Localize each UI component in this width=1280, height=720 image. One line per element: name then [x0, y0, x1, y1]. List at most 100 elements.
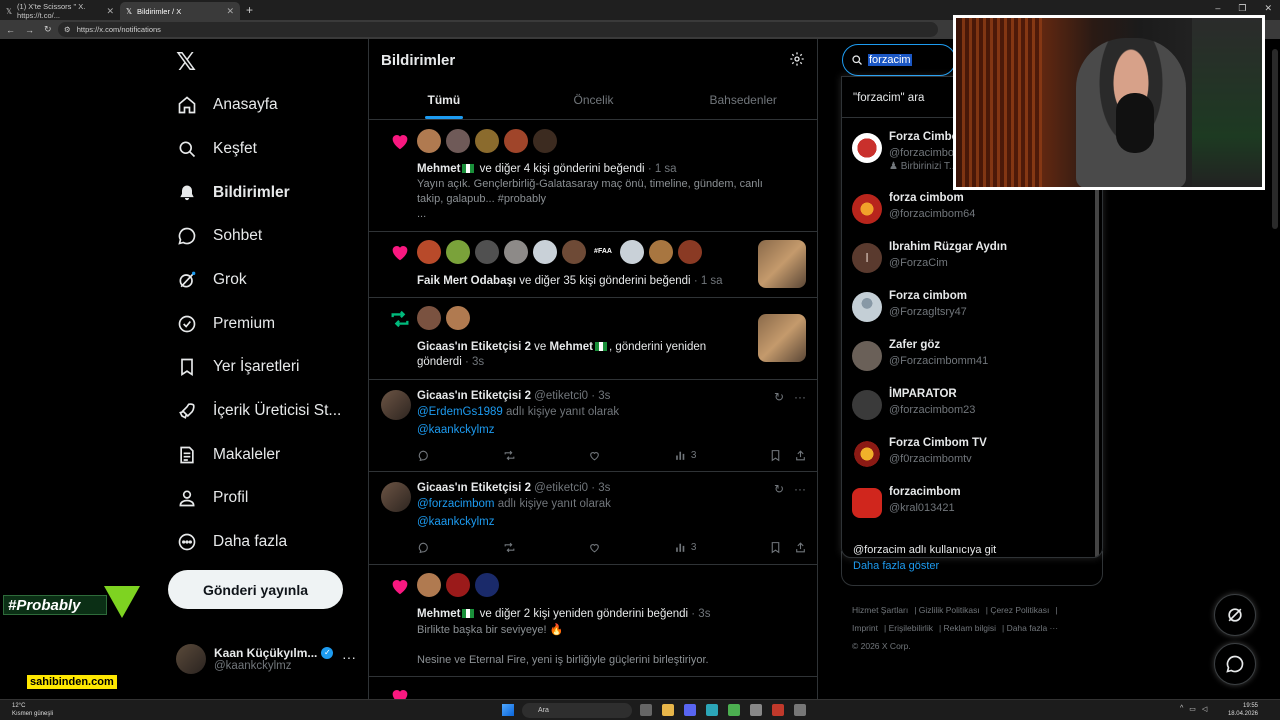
reply-button[interactable] — [417, 449, 430, 462]
restore-icon[interactable]: ❐ — [1238, 3, 1246, 14]
dropdown-scrollbar[interactable] — [1095, 157, 1099, 557]
close-icon[interactable]: ✕ — [106, 6, 114, 17]
post-button[interactable]: Gönderi yayınla — [168, 570, 343, 609]
avatar[interactable] — [620, 240, 644, 264]
weather-widget[interactable]: 12°C Kısmen güneşli — [12, 702, 53, 718]
goto-user-link[interactable]: @forzacim adlı kullanıcıya git — [853, 544, 996, 556]
avatar[interactable] — [475, 240, 499, 264]
browser-tab-2[interactable]: 𝕏 Bildirimler / X ✕ — [120, 2, 240, 20]
notification-item[interactable]: Gicaas'ın Etiketçisi 2 ve Mehmet, gönder… — [369, 298, 818, 380]
avatar[interactable] — [475, 573, 499, 597]
user-suggestion[interactable]: forzacimbom @kral013421 — [852, 482, 1097, 522]
nav-item-bookmarks[interactable]: Yer İşaretleri — [176, 352, 299, 382]
avatar[interactable] — [504, 129, 528, 153]
notification-item[interactable] — [369, 677, 818, 705]
browser-tab-1[interactable]: 𝕏 (1) X'te Scissors " X. https://t.co/...… — [0, 2, 120, 20]
user-suggestion[interactable]: Zafer göz @Forzacimbomm41 — [852, 335, 1097, 375]
app-icon[interactable] — [794, 704, 806, 716]
like-button[interactable] — [588, 541, 601, 554]
user-suggestion[interactable]: forza cimbom @forzacimbom64 — [852, 188, 1097, 228]
grok-explain-icon[interactable]: ↻ — [774, 482, 784, 496]
avatar[interactable] — [417, 306, 441, 330]
more-icon[interactable]: ··· — [794, 482, 806, 496]
reply-button[interactable] — [417, 541, 430, 554]
more-icon[interactable]: ··· — [794, 390, 806, 404]
x-logo-icon[interactable]: 𝕏 — [176, 50, 200, 75]
close-window-icon[interactable]: ✕ — [1264, 3, 1272, 14]
app-icon[interactable] — [772, 704, 784, 716]
chat-button[interactable] — [1214, 643, 1256, 685]
avatar[interactable] — [446, 306, 470, 330]
nav-item-more[interactable]: Daha fazla — [176, 527, 287, 557]
tab-mentions[interactable]: Bahsedenler — [668, 84, 818, 119]
settings-gear-icon[interactable] — [789, 51, 805, 67]
avatar[interactable] — [649, 240, 673, 264]
nav-item-articles[interactable]: Makaleler — [176, 440, 280, 470]
windows-start-icon[interactable] — [502, 704, 514, 716]
show-more-link[interactable]: Daha fazla göster — [853, 560, 939, 572]
avatar[interactable] — [446, 240, 470, 264]
reply-post[interactable]: Gicaas'ın Etiketçisi 2 @etiketci0 · 3s ↻… — [369, 380, 818, 472]
network-icon[interactable]: ▭ — [1189, 705, 1196, 713]
volume-icon[interactable]: ◁ — [1202, 705, 1207, 713]
avatar[interactable] — [475, 129, 499, 153]
notification-item[interactable]: Mehmet ve diğer 4 kişi gönderini beğendi… — [369, 120, 818, 232]
nav-item-notifications[interactable]: Bildirimler — [176, 178, 290, 208]
app-icon[interactable] — [750, 704, 762, 716]
avatar[interactable] — [381, 482, 411, 512]
close-icon[interactable]: ✕ — [226, 6, 234, 17]
nav-item-chat[interactable]: Sohbet — [176, 221, 262, 251]
avatar[interactable] — [678, 240, 702, 264]
avatar[interactable] — [562, 240, 586, 264]
chrome-icon[interactable] — [728, 704, 740, 716]
forward-icon[interactable]: → — [25, 25, 34, 35]
nav-item-creator-studio[interactable]: İçerik Üreticisi St... — [176, 396, 341, 426]
avatar[interactable] — [381, 390, 411, 420]
clock[interactable]: 19:55 18.04.2026 — [1228, 702, 1258, 718]
avatar[interactable] — [533, 129, 557, 153]
avatar[interactable]: #FAA — [591, 240, 615, 264]
back-icon[interactable]: ← — [6, 25, 15, 35]
task-view-icon[interactable] — [640, 704, 652, 716]
repost-button[interactable] — [503, 541, 516, 554]
views-button[interactable]: 3 — [674, 541, 696, 554]
new-tab-button[interactable]: + — [246, 2, 253, 20]
bookmark-icon[interactable] — [769, 449, 782, 462]
notification-item[interactable]: Mehmet ve diğer 2 kişi yeniden gönderini… — [369, 565, 818, 677]
tab-priority[interactable]: Öncelik — [519, 84, 669, 119]
account-switcher[interactable]: Kaan Küçükyılm... ✓ @kaankckylmz ··· — [176, 641, 356, 677]
file-explorer-icon[interactable] — [662, 704, 674, 716]
url-field[interactable]: ⚙ https://x.com/notifications — [58, 22, 938, 37]
search-input[interactable]: forzacim — [842, 44, 956, 76]
user-suggestion[interactable]: İMPARATOR @forzacimbom23 — [852, 384, 1097, 424]
tray-chevron-icon[interactable]: ^ — [1180, 705, 1183, 713]
post-thumbnail[interactable] — [758, 240, 806, 288]
reply-post[interactable]: Gicaas'ın Etiketçisi 2 @etiketci0 · 3s ↻… — [369, 472, 818, 565]
nav-item-grok[interactable]: Grok — [176, 265, 247, 295]
grok-button[interactable] — [1214, 594, 1256, 636]
repost-button[interactable] — [503, 449, 516, 462]
avatar[interactable] — [417, 129, 441, 153]
grok-explain-icon[interactable]: ↻ — [774, 390, 784, 404]
nav-item-profile[interactable]: Profil — [176, 483, 248, 513]
discord-icon[interactable] — [684, 704, 696, 716]
avatar[interactable] — [533, 240, 557, 264]
post-thumbnail[interactable] — [758, 314, 806, 362]
tab-all[interactable]: Tümü — [369, 84, 519, 119]
minimize-icon[interactable]: – — [1215, 3, 1220, 14]
reload-icon[interactable]: ↻ — [44, 24, 52, 35]
taskbar-search[interactable]: Ara — [522, 703, 632, 718]
like-button[interactable] — [588, 449, 601, 462]
search-query-suggestion[interactable]: "forzacim" ara — [853, 92, 924, 104]
user-suggestion[interactable]: I Ibrahim Rüzgar Aydın @ForzaCim — [852, 237, 1097, 277]
share-icon[interactable] — [794, 541, 807, 554]
avatar[interactable] — [446, 129, 470, 153]
nav-item-explore[interactable]: Keşfet — [176, 134, 257, 164]
nav-item-premium[interactable]: Premium — [176, 309, 275, 339]
avatar[interactable] — [504, 240, 528, 264]
page-scrollbar[interactable] — [1272, 49, 1278, 229]
share-icon[interactable] — [794, 449, 807, 462]
user-suggestion[interactable]: Forza Cimbom TV @f0rzacimbomtv — [852, 433, 1097, 473]
notification-item[interactable]: #FAA Faik Mert Odabaşı ve diğer 35 kişi … — [369, 232, 818, 298]
bookmark-icon[interactable] — [769, 541, 782, 554]
